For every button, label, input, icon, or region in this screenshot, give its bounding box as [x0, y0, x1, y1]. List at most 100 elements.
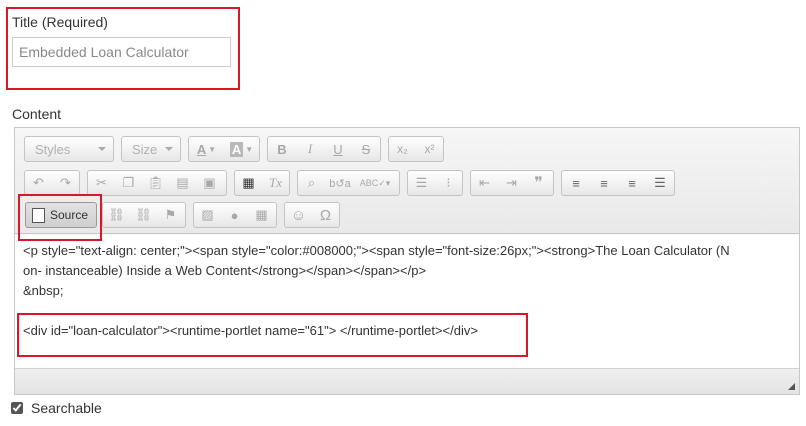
- align-right-icon: ≡: [628, 175, 636, 191]
- outdent-icon: ⇤: [479, 175, 490, 190]
- strikethrough-icon: S: [361, 141, 371, 157]
- unlink-button[interactable]: ⛓: [130, 203, 157, 227]
- undo-redo-group: ↶ ↷: [24, 170, 80, 196]
- underline-button[interactable]: U: [324, 137, 352, 161]
- superscript-icon: x²: [424, 142, 435, 156]
- source-line-4: <div id="loan-calculator"><runtime-portl…: [23, 323, 478, 338]
- styles-combo[interactable]: Styles: [24, 136, 114, 162]
- text-color-icon: A: [196, 141, 207, 157]
- spellcheck-icon: ABC✓▾: [359, 177, 391, 188]
- numbered-list-button[interactable]: ☰: [408, 171, 435, 195]
- bullet-list-button[interactable]: ⁝: [435, 171, 462, 195]
- script-group: x₂ x²: [388, 136, 444, 162]
- blockquote-icon: ❞: [534, 175, 543, 192]
- flash-icon: ●: [230, 207, 239, 223]
- undo-button[interactable]: ↶: [25, 171, 52, 195]
- align-group: ≡ ≡ ≡ ☰: [561, 170, 675, 196]
- table-button[interactable]: ▦: [248, 203, 275, 227]
- indent-icon: ⇥: [506, 175, 517, 190]
- source-icon: [32, 207, 45, 223]
- indent-group: ⇤ ⇥ ❞: [470, 170, 554, 196]
- justify-icon: ☰: [654, 175, 666, 190]
- title-label: Title (Required): [12, 14, 108, 30]
- source-textarea[interactable]: <p style="text-align: center;"><span sty…: [15, 235, 799, 368]
- align-left-icon: ≡: [572, 175, 580, 191]
- rich-text-editor: Styles Size A ▼ A ▼ B I U S x₂ x² ↶ ↷ ✂ …: [14, 127, 800, 395]
- spellcheck-button[interactable]: ABC✓▾: [355, 171, 395, 195]
- align-right-button[interactable]: ≡: [618, 171, 646, 195]
- copy-button[interactable]: ❐: [115, 171, 142, 195]
- insert-group: ▨ ● ▦: [193, 202, 277, 228]
- replace-button[interactable]: b↺a: [325, 171, 355, 195]
- title-input[interactable]: [12, 37, 231, 67]
- background-color-button[interactable]: A ▼: [224, 137, 259, 161]
- bullet-list-icon: ⁝: [446, 175, 451, 190]
- remove-format-icon: Tx: [269, 175, 282, 190]
- remove-format-button[interactable]: Tx: [262, 171, 289, 195]
- format-group: ▦ Tx: [234, 170, 290, 196]
- italic-button[interactable]: I: [296, 137, 324, 161]
- redo-icon: ↷: [60, 175, 71, 190]
- searchable-option[interactable]: Searchable: [11, 400, 102, 416]
- bold-button[interactable]: B: [268, 137, 296, 161]
- strikethrough-button[interactable]: S: [352, 137, 380, 161]
- background-color-icon: A: [229, 141, 244, 157]
- source-line-3: &nbsp;: [23, 283, 64, 298]
- scissors-icon: ✂: [96, 175, 107, 190]
- source-line-2: on- instanceable) Inside a Web Content</…: [23, 263, 427, 278]
- editor-footer: [15, 368, 799, 394]
- searchable-label: Searchable: [31, 400, 102, 416]
- special-char-button[interactable]: Ω: [312, 203, 339, 227]
- basic-styles-group: B I U S: [267, 136, 381, 162]
- anchor-button[interactable]: ⚑: [157, 203, 184, 227]
- replace-icon: b↺a: [329, 177, 351, 190]
- smiley-icon: ☺: [290, 206, 307, 224]
- flash-button[interactable]: ●: [221, 203, 248, 227]
- bold-icon: B: [277, 141, 287, 157]
- undo-icon: ↶: [33, 175, 44, 190]
- italic-icon: I: [307, 141, 313, 156]
- paste-button[interactable]: 📋︎: [142, 171, 169, 195]
- align-left-button[interactable]: ≡: [562, 171, 590, 195]
- indent-button[interactable]: ⇥: [498, 171, 525, 195]
- redo-button[interactable]: ↷: [52, 171, 79, 195]
- image-button[interactable]: ▨: [194, 203, 221, 227]
- paste-icon: 📋︎: [147, 175, 164, 190]
- cut-button[interactable]: ✂: [88, 171, 115, 195]
- size-combo[interactable]: Size: [121, 136, 181, 162]
- searchable-checkbox[interactable]: [11, 402, 23, 414]
- format-painter-button[interactable]: ▦: [235, 171, 262, 195]
- source-button[interactable]: Source: [25, 202, 97, 228]
- link-button[interactable]: ⛓: [103, 203, 130, 227]
- underline-icon: U: [333, 141, 343, 157]
- flag-icon: ⚑: [164, 207, 177, 222]
- styles-combo-label: Styles: [35, 141, 71, 157]
- subscript-button[interactable]: x₂: [389, 137, 416, 161]
- source-line-spacer: ​: [23, 301, 791, 321]
- find-button[interactable]: ⌕: [298, 171, 325, 195]
- chevron-down-icon: [98, 147, 106, 151]
- link-group: ⛓ ⛓ ⚑: [102, 202, 186, 228]
- justify-button[interactable]: ☰: [646, 171, 674, 195]
- text-color-button[interactable]: A ▼: [189, 137, 224, 161]
- superscript-button[interactable]: x²: [416, 137, 443, 161]
- paste-word-button[interactable]: ▣: [196, 171, 223, 195]
- resize-handle-icon[interactable]: [788, 383, 795, 390]
- blockquote-button[interactable]: ❞: [525, 171, 552, 195]
- editor-toolbar: Styles Size A ▼ A ▼ B I U S x₂ x² ↶ ↷ ✂ …: [15, 128, 799, 234]
- search-icon: ⌕: [307, 175, 316, 190]
- numbered-list-icon: ☰: [415, 175, 428, 190]
- table-icon: ▦: [255, 207, 268, 222]
- subscript-icon: x₂: [397, 142, 408, 156]
- special-group: ☺ Ω: [284, 202, 340, 228]
- paste-text-button[interactable]: ▤: [169, 171, 196, 195]
- outdent-button[interactable]: ⇤: [471, 171, 498, 195]
- align-center-button[interactable]: ≡: [590, 171, 618, 195]
- clipboard-group: ✂ ❐ 📋︎ ▤ ▣: [87, 170, 227, 196]
- chevron-down-icon: [165, 147, 173, 151]
- content-label: Content: [12, 106, 62, 122]
- smiley-button[interactable]: ☺: [285, 203, 312, 227]
- color-group: A ▼ A ▼: [188, 136, 260, 162]
- omega-icon: Ω: [319, 206, 332, 224]
- unlink-icon: ⛓: [135, 207, 152, 222]
